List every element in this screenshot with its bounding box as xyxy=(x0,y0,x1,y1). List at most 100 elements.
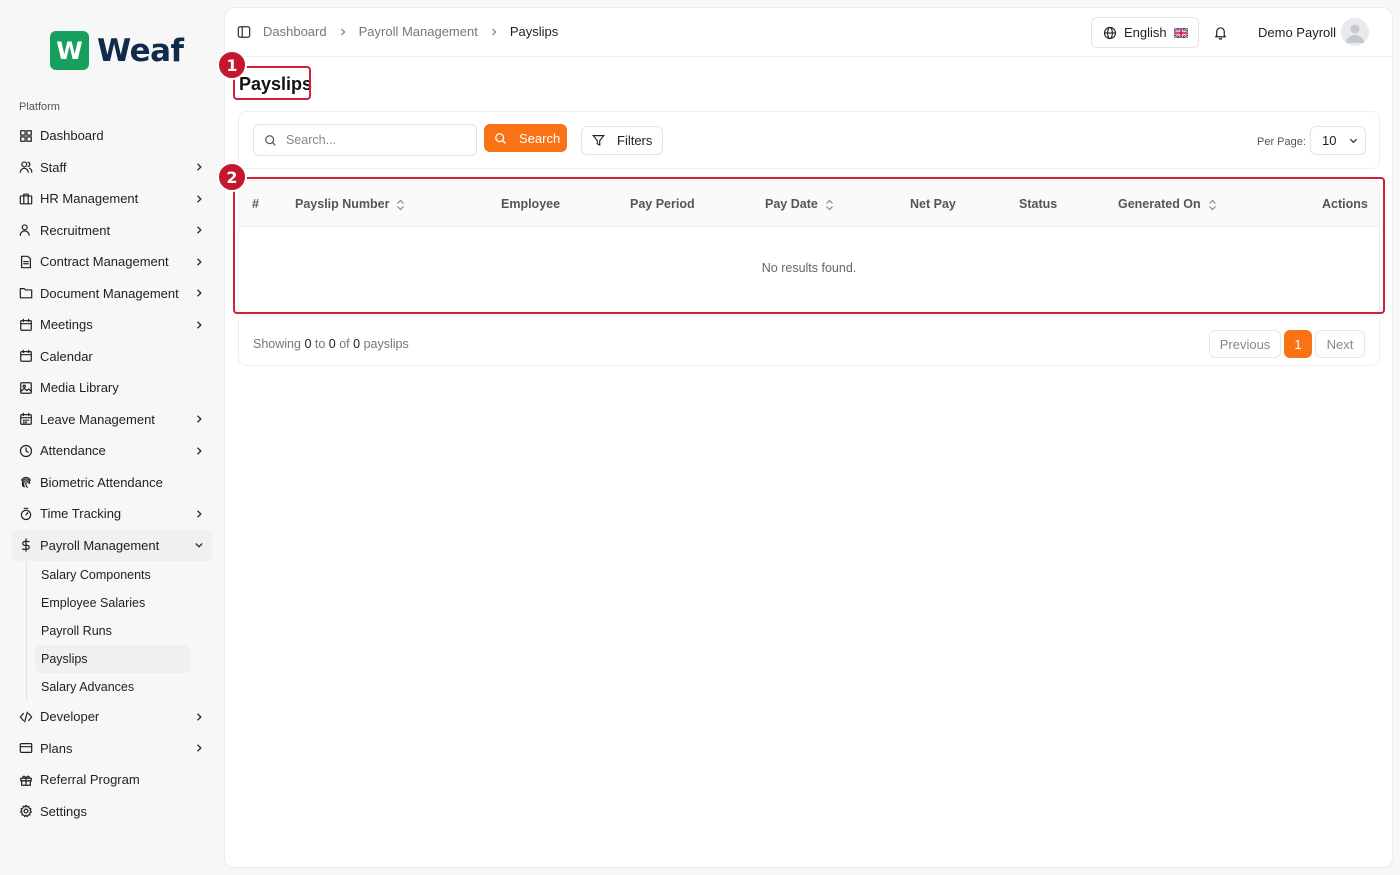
sidebar-item-label: Contract Management xyxy=(40,254,169,270)
sidebar-item-label: Staff xyxy=(40,159,67,175)
chevron-right-icon xyxy=(194,509,204,519)
fingerprint-icon xyxy=(19,475,33,489)
chevron-right-icon xyxy=(194,712,204,722)
annotation-box-2 xyxy=(233,177,1385,314)
chevron-right-icon xyxy=(194,414,204,424)
sidebar-nav: Dashboard Staff HR Management Recruitment Co… xyxy=(12,120,212,827)
sidebar-item-attendance[interactable]: Attendance xyxy=(12,435,212,467)
submenu-item-payroll-runs[interactable]: Payroll Runs xyxy=(35,617,191,645)
submenu-item-salary-advances[interactable]: Salary Advances xyxy=(35,673,191,701)
sidebar-item-biometric-attendance[interactable]: Biometric Attendance xyxy=(12,467,212,499)
calendar-days-icon xyxy=(19,412,33,426)
sidebar-item-label: Leave Management xyxy=(40,411,155,427)
showing-suffix: payslips xyxy=(363,337,409,351)
annotation-badge-2: 2 xyxy=(217,162,247,192)
sidebar-item-recruitment[interactable]: Recruitment xyxy=(12,215,212,247)
sidebar-toggle-icon[interactable] xyxy=(237,25,251,39)
timer-icon xyxy=(19,507,33,521)
sidebar-item-plans[interactable]: Plans xyxy=(12,733,212,765)
breadcrumb-payroll-management[interactable]: Payroll Management xyxy=(359,24,478,39)
per-page-value: 10 xyxy=(1322,133,1337,148)
sidebar-item-label: Developer xyxy=(40,709,100,725)
top-bar: Dashboard Payroll Management Payslips En… xyxy=(225,8,1392,57)
showing-total: 0 xyxy=(353,337,361,351)
sidebar-item-label: Referral Program xyxy=(40,772,140,788)
brand-logo[interactable]: W Weaf xyxy=(50,31,184,70)
chevron-down-icon xyxy=(1350,138,1358,144)
breadcrumb: Dashboard Payroll Management Payslips xyxy=(263,24,558,39)
chevron-down-icon xyxy=(194,540,204,550)
showing-of-word: of xyxy=(339,337,350,351)
submenu-item-employee-salaries[interactable]: Employee Salaries xyxy=(35,589,191,617)
sidebar-item-hr-management[interactable]: HR Management xyxy=(12,183,212,215)
sidebar-item-label: HR Management xyxy=(40,191,139,207)
chevron-right-icon xyxy=(194,257,204,267)
briefcase-icon xyxy=(19,192,33,206)
search-icon xyxy=(265,134,276,146)
breadcrumb-dashboard[interactable]: Dashboard xyxy=(263,24,327,39)
gift-icon xyxy=(19,773,33,787)
sidebar-item-label: Dashboard xyxy=(40,128,104,144)
search-button[interactable]: Search xyxy=(484,124,567,152)
sidebar-item-label: Media Library xyxy=(40,380,119,396)
users-icon xyxy=(19,160,33,174)
per-page-label: Per Page: xyxy=(1257,136,1306,148)
sidebar-item-label: Meetings xyxy=(40,317,93,333)
payroll-submenu: Salary Components Employee Salaries Payrol… xyxy=(26,561,212,701)
sidebar-item-referral-program[interactable]: Referral Program xyxy=(12,764,212,796)
language-selector[interactable]: English xyxy=(1091,17,1199,48)
sidebar-item-developer[interactable]: Developer xyxy=(12,701,212,733)
file-text-icon xyxy=(19,255,33,269)
sidebar-item-label: Calendar xyxy=(40,348,93,364)
sidebar-section-label: Platform xyxy=(19,101,60,113)
sidebar-item-payroll-management[interactable]: Payroll Management xyxy=(12,529,212,561)
language-label: English xyxy=(1124,25,1167,40)
gear-icon xyxy=(19,804,33,818)
search-field[interactable] xyxy=(253,124,477,156)
table-footer: Showing 0 to 0 of 0 payslips Previous 1 … xyxy=(238,319,1380,366)
sidebar-item-label: Settings xyxy=(40,803,87,819)
table-toolbar: Search Filters Per Page: 10 xyxy=(238,111,1380,169)
showing-prefix: Showing xyxy=(253,337,301,351)
user-avatar[interactable] xyxy=(1341,18,1369,46)
main-panel: Dashboard Payroll Management Payslips En… xyxy=(224,7,1393,868)
sidebar-item-media-library[interactable]: Media Library xyxy=(12,372,212,404)
showing-to: 0 xyxy=(328,337,336,351)
globe-icon xyxy=(1103,26,1117,39)
chevron-right-icon xyxy=(194,288,204,298)
user-name[interactable]: Demo Payroll xyxy=(1258,25,1336,40)
sidebar-item-staff[interactable]: Staff xyxy=(12,152,212,184)
sidebar-item-meetings[interactable]: Meetings xyxy=(12,309,212,341)
page-button-current[interactable]: 1 xyxy=(1284,330,1312,358)
pagination-summary: Showing 0 to 0 of 0 payslips xyxy=(253,337,409,351)
filters-button[interactable]: Filters xyxy=(581,126,663,155)
chevron-right-icon xyxy=(490,28,498,36)
next-page-button[interactable]: Next xyxy=(1315,330,1365,358)
showing-from: 0 xyxy=(304,337,312,351)
chevron-right-icon xyxy=(194,320,204,330)
sidebar-item-leave-management[interactable]: Leave Management xyxy=(12,404,212,436)
annotation-badge-1: 1 xyxy=(217,50,247,80)
sidebar-item-contract-management[interactable]: Contract Management xyxy=(12,246,212,278)
submenu-item-salary-components[interactable]: Salary Components xyxy=(35,561,191,589)
chevron-right-icon xyxy=(194,225,204,235)
sidebar-item-time-tracking[interactable]: Time Tracking xyxy=(12,498,212,530)
filters-button-label: Filters xyxy=(617,133,653,148)
chevron-right-icon xyxy=(194,162,204,172)
sidebar-item-calendar[interactable]: Calendar xyxy=(12,341,212,373)
calendar-icon xyxy=(19,318,33,332)
sidebar-item-label: Attendance xyxy=(40,443,106,459)
submenu-item-payslips[interactable]: Payslips xyxy=(35,645,191,673)
search-button-label: Search xyxy=(519,130,561,146)
image-icon xyxy=(19,381,33,395)
per-page-select[interactable]: 10 xyxy=(1310,126,1366,155)
notification-bell-icon[interactable] xyxy=(1213,25,1228,40)
sidebar-item-label: Payroll Management xyxy=(40,537,160,553)
previous-page-button[interactable]: Previous xyxy=(1209,330,1281,358)
filter-icon xyxy=(592,135,605,146)
sidebar-item-label: Plans xyxy=(40,740,73,756)
sidebar-item-document-management[interactable]: Document Management xyxy=(12,278,212,310)
sidebar-item-dashboard[interactable]: Dashboard xyxy=(12,120,212,152)
sidebar-item-settings[interactable]: Settings xyxy=(12,796,212,828)
search-input[interactable] xyxy=(286,133,466,147)
